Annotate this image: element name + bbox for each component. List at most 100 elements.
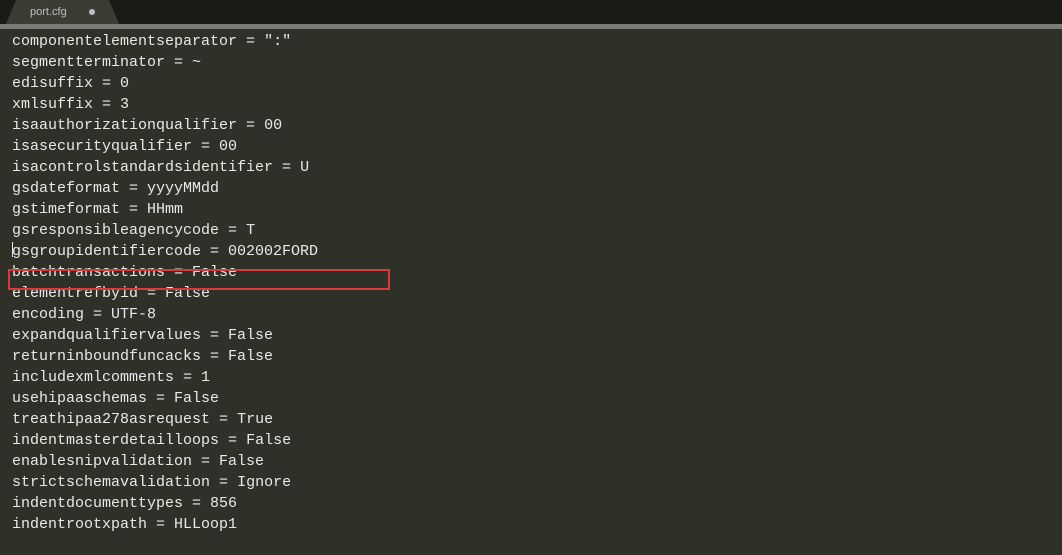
config-key: elementrefbyid	[12, 285, 138, 302]
equals-sign: =	[147, 390, 174, 407]
config-value: 856	[210, 495, 237, 512]
config-value: False	[219, 453, 264, 470]
equals-sign: =	[192, 453, 219, 470]
config-value: HHmm	[147, 201, 183, 218]
config-key: batchtransactions	[12, 264, 165, 281]
config-value: 1	[201, 369, 210, 386]
config-line[interactable]: gstimeformat = HHmm	[12, 199, 1050, 220]
config-key: enablesnipvalidation	[12, 453, 192, 470]
equals-sign: =	[219, 432, 246, 449]
equals-sign: =	[192, 138, 219, 155]
config-value: False	[246, 432, 291, 449]
config-key: includexmlcomments	[12, 369, 174, 386]
equals-sign: =	[237, 33, 264, 50]
config-line[interactable]: strictschemavalidation = Ignore	[12, 472, 1050, 493]
config-line[interactable]: returninboundfuncacks = False	[12, 346, 1050, 367]
config-key: strictschemavalidation	[12, 474, 210, 491]
equals-sign: =	[183, 495, 210, 512]
config-line[interactable]: indentdocumenttypes = 856	[12, 493, 1050, 514]
config-value: 3	[120, 96, 129, 113]
config-value: yyyyMMdd	[147, 180, 219, 197]
config-line[interactable]: xmlsuffix = 3	[12, 94, 1050, 115]
tab-port-cfg[interactable]: port.cfg	[16, 0, 109, 24]
config-key: indentrootxpath	[12, 516, 147, 533]
config-line[interactable]: componentelementseparator = ":"	[12, 31, 1050, 52]
config-line[interactable]: isaauthorizationqualifier = 00	[12, 115, 1050, 136]
equals-sign: =	[93, 75, 120, 92]
equals-sign: =	[120, 180, 147, 197]
equals-sign: =	[138, 285, 165, 302]
config-line[interactable]: gsgroupidentifiercode = 002002FORD	[12, 241, 1050, 262]
config-value: False	[228, 348, 273, 365]
config-value: 00	[219, 138, 237, 155]
config-value: T	[246, 222, 255, 239]
equals-sign: =	[201, 327, 228, 344]
equals-sign: =	[201, 348, 228, 365]
config-value: False	[228, 327, 273, 344]
config-line[interactable]: expandqualifiervalues = False	[12, 325, 1050, 346]
equals-sign: =	[165, 54, 192, 71]
config-value: ":"	[264, 33, 291, 50]
tab-filename: port.cfg	[30, 6, 67, 18]
equals-sign: =	[147, 516, 174, 533]
config-value: 002002FORD	[228, 243, 318, 260]
config-value: 0	[120, 75, 129, 92]
config-key: isaauthorizationqualifier	[12, 117, 237, 134]
config-key: isacontrolstandardsidentifier	[12, 159, 273, 176]
config-line[interactable]: isasecurityqualifier = 00	[12, 136, 1050, 157]
config-key: gsdateformat	[12, 180, 120, 197]
config-line[interactable]: gsresponsibleagencycode = T	[12, 220, 1050, 241]
equals-sign: =	[210, 474, 237, 491]
config-key: edisuffix	[12, 75, 93, 92]
config-key: indentdocumenttypes	[12, 495, 183, 512]
config-key: returninboundfuncacks	[12, 348, 201, 365]
equals-sign: =	[219, 222, 246, 239]
config-key: usehipaaschemas	[12, 390, 147, 407]
config-value: False	[192, 264, 237, 281]
config-line[interactable]: isacontrolstandardsidentifier = U	[12, 157, 1050, 178]
config-value: UTF-8	[111, 306, 156, 323]
config-key: gsgroupidentifiercode	[12, 243, 201, 260]
config-line[interactable]: encoding = UTF-8	[12, 304, 1050, 325]
config-key: isasecurityqualifier	[12, 138, 192, 155]
config-line[interactable]: usehipaaschemas = False	[12, 388, 1050, 409]
config-value: U	[300, 159, 309, 176]
config-line[interactable]: gsdateformat = yyyyMMdd	[12, 178, 1050, 199]
config-value: ~	[192, 54, 201, 71]
dirty-indicator-icon	[89, 9, 95, 15]
equals-sign: =	[93, 96, 120, 113]
config-value: Ignore	[237, 474, 291, 491]
config-line[interactable]: enablesnipvalidation = False	[12, 451, 1050, 472]
equals-sign: =	[237, 117, 264, 134]
config-line[interactable]: treathipaa278asrequest = True	[12, 409, 1050, 430]
config-key: segmentterminator	[12, 54, 165, 71]
equals-sign: =	[273, 159, 300, 176]
equals-sign: =	[120, 201, 147, 218]
config-line[interactable]: elementrefbyid = False	[12, 283, 1050, 304]
config-value: True	[237, 411, 273, 428]
config-value: False	[165, 285, 210, 302]
config-key: expandqualifiervalues	[12, 327, 201, 344]
config-key: componentelementseparator	[12, 33, 237, 50]
config-key: encoding	[12, 306, 84, 323]
editor-wrap: componentelementseparator = ":"segmentte…	[0, 29, 1062, 543]
equals-sign: =	[174, 369, 201, 386]
config-line[interactable]: indentmasterdetailloops = False	[12, 430, 1050, 451]
config-key: gstimeformat	[12, 201, 120, 218]
config-line[interactable]: indentrootxpath = HLLoop1	[12, 514, 1050, 535]
config-key: treathipaa278asrequest	[12, 411, 210, 428]
config-key: indentmasterdetailloops	[12, 432, 219, 449]
text-editor[interactable]: componentelementseparator = ":"segmentte…	[0, 29, 1062, 543]
equals-sign: =	[165, 264, 192, 281]
equals-sign: =	[84, 306, 111, 323]
config-line[interactable]: edisuffix = 0	[12, 73, 1050, 94]
config-line[interactable]: segmentterminator = ~	[12, 52, 1050, 73]
config-value: HLLoop1	[174, 516, 237, 533]
config-key: xmlsuffix	[12, 96, 93, 113]
config-value: 00	[264, 117, 282, 134]
config-value: False	[174, 390, 219, 407]
config-line[interactable]: batchtransactions = False	[12, 262, 1050, 283]
tab-bar: port.cfg	[0, 0, 1062, 24]
equals-sign: =	[201, 243, 228, 260]
config-line[interactable]: includexmlcomments = 1	[12, 367, 1050, 388]
